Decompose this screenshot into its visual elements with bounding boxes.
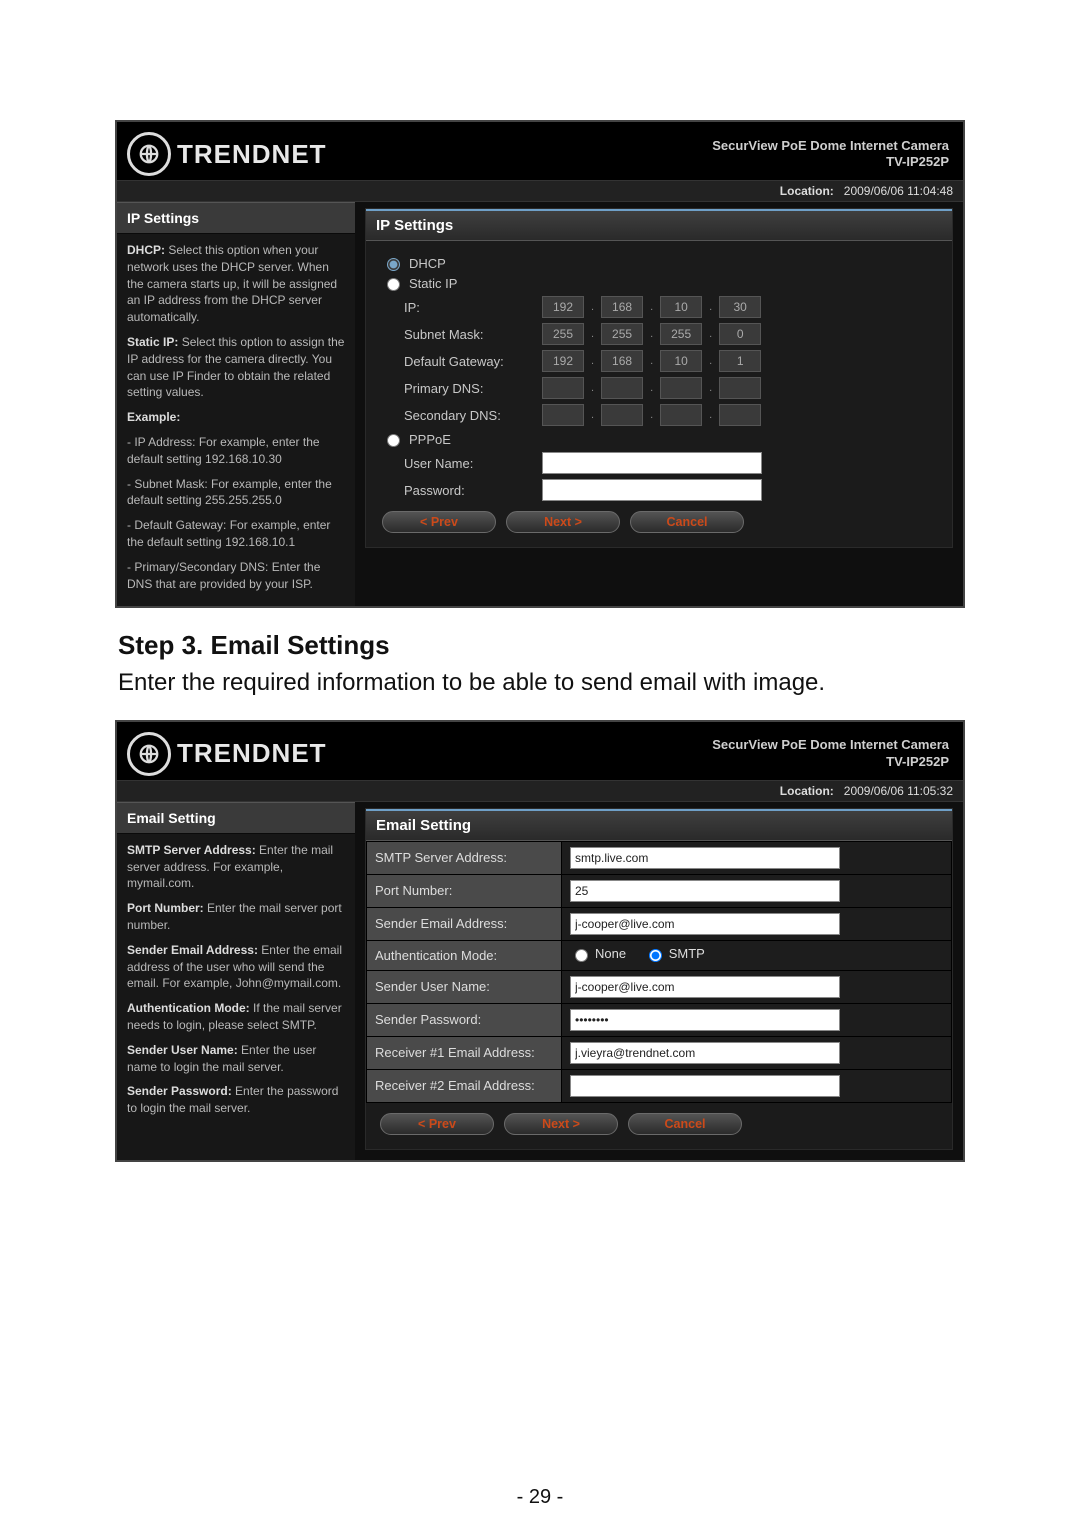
dhcp-radio[interactable]: DHCP [382,255,936,271]
prev-button[interactable]: < Prev [382,511,496,533]
auth-smtp-radio[interactable]: SMTP [644,946,705,962]
auth-mode-label: Authentication Mode: [367,940,562,970]
pppoe-user-input[interactable] [542,452,762,474]
sender-email-input[interactable] [570,913,840,935]
pdns-octet[interactable] [542,377,584,399]
location-bar: Location:2009/06/06 11:04:48 [117,180,963,202]
port-input[interactable] [570,880,840,902]
help-gw: - Default Gateway: For example, enter th… [117,509,355,551]
receiver2-input[interactable] [570,1075,840,1097]
page-number: - 29 - [0,1486,1080,1509]
port-label: Port Number: [367,874,562,907]
gateway-label: Default Gateway: [404,354,536,369]
next-button[interactable]: Next > [506,511,620,533]
help-dhcp: DHCP: Select this option when your netwo… [117,234,355,326]
product-title: SecurView PoE Dome Internet Camera TV-IP… [712,138,949,171]
location-bar: Location:2009/06/06 11:05:32 [117,780,963,802]
mask-octet-1[interactable] [542,323,584,345]
next-button[interactable]: Next > [504,1113,618,1135]
mask-octet-3[interactable] [660,323,702,345]
gw-octet-2[interactable] [601,350,643,372]
prev-button[interactable]: < Prev [380,1113,494,1135]
pppoe-user-label: User Name: [404,456,536,471]
pppoe-radio[interactable]: PPPoE [382,431,936,447]
auth-none-radio[interactable]: None [570,946,626,962]
receiver2-label: Receiver #2 Email Address: [367,1069,562,1102]
help-example: Example: [117,401,355,426]
ip-octet-2[interactable] [601,296,643,318]
sidebar-title: IP Settings [117,202,355,234]
pppoe-pass-input[interactable] [542,479,762,501]
brand-logo: TRENDNET [127,732,327,776]
mask-octet-2[interactable] [601,323,643,345]
pppoe-pass-label: Password: [404,483,536,498]
brand-logo: TRENDNET [127,132,327,176]
smtp-input[interactable] [570,847,840,869]
sender-pass-input[interactable] [570,1009,840,1031]
help-mask: - Subnet Mask: For example, enter the de… [117,468,355,510]
mask-octet-4[interactable] [719,323,761,345]
gw-octet-4[interactable] [719,350,761,372]
globe-icon [127,732,171,776]
email-setting-panel: TRENDNET SecurView PoE Dome Internet Cam… [115,720,965,1162]
gw-octet-3[interactable] [660,350,702,372]
smtp-label: SMTP Server Address: [367,841,562,874]
help-dns: - Primary/Secondary DNS: Enter the DNS t… [117,551,355,593]
sender-user-label: Sender User Name: [367,970,562,1003]
panel-heading: Email Setting [366,809,952,841]
receiver1-label: Receiver #1 Email Address: [367,1036,562,1069]
sdns-octet[interactable] [542,404,584,426]
help-static: Static IP: Select this option to assign … [117,326,355,401]
ip-label: IP: [404,300,536,315]
step-paragraph: Enter the required information to be abl… [118,667,962,699]
product-title: SecurView PoE Dome Internet Camera TV-IP… [712,737,949,770]
sender-email-label: Sender Email Address: [367,907,562,940]
step-heading: Step 3. Email Settings [118,630,1080,661]
help-ip: - IP Address: For example, enter the def… [117,426,355,468]
sender-user-input[interactable] [570,976,840,998]
cancel-button[interactable]: Cancel [630,511,744,533]
sender-pass-label: Sender Password: [367,1003,562,1036]
brand-text: TRENDNET [177,139,327,170]
gw-octet-1[interactable] [542,350,584,372]
ip-octet-4[interactable] [719,296,761,318]
secondary-dns-label: Secondary DNS: [404,408,536,423]
globe-icon [127,132,171,176]
cancel-button[interactable]: Cancel [628,1113,742,1135]
static-ip-radio[interactable]: Static IP [382,275,936,291]
receiver1-input[interactable] [570,1042,840,1064]
sidebar-title: Email Setting [117,802,355,834]
panel-heading: IP Settings [366,209,952,241]
ip-octet-1[interactable] [542,296,584,318]
ip-octet-3[interactable] [660,296,702,318]
ip-settings-panel: TRENDNET SecurView PoE Dome Internet Cam… [115,120,965,608]
subnet-label: Subnet Mask: [404,327,536,342]
primary-dns-label: Primary DNS: [404,381,536,396]
